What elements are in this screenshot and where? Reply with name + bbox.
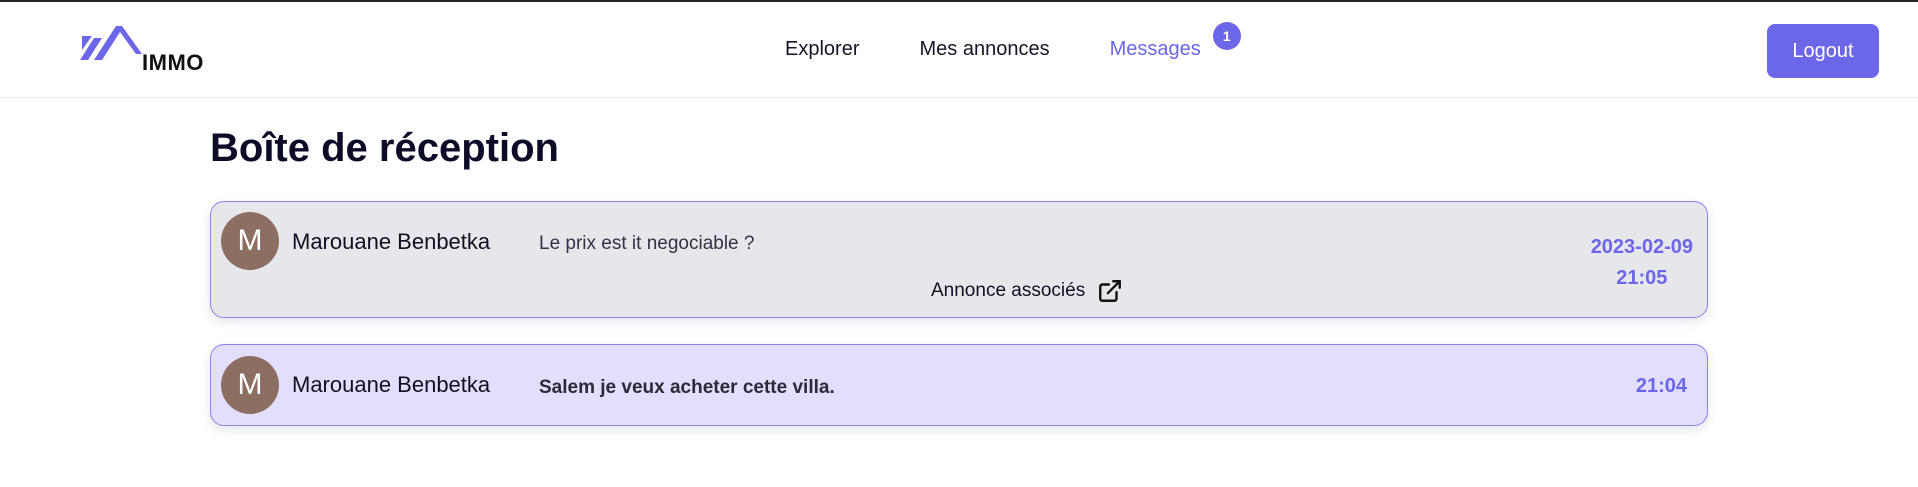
nav-mes-annonces[interactable]: Mes annonces xyxy=(919,38,1049,61)
message-preview: Le prix est it negociable ? xyxy=(539,233,755,254)
immo-logo[interactable]: IMMO xyxy=(80,24,220,75)
nav-messages-label: Messages xyxy=(1109,38,1201,60)
linked-listing-label: Annonce associés xyxy=(931,280,1086,301)
unread-count-badge: 1 xyxy=(1212,22,1241,50)
message-timestamp: 21:04 xyxy=(1636,371,1687,402)
sender-name: Marouane Benbetka xyxy=(292,229,491,254)
message-date: 2023-02-09 xyxy=(1590,236,1693,258)
nav-messages[interactable]: Messages 1 xyxy=(1109,22,1241,61)
page: IMMO Explorer Mes annonces Messages 1 Lo… xyxy=(0,0,1918,487)
avatar: M xyxy=(221,212,279,270)
nav-explorer[interactable]: Explorer xyxy=(785,38,859,61)
conversation-item[interactable]: M Marouane Benbetka Le prix est it negoc… xyxy=(210,201,1708,318)
page-title: Boîte de réception xyxy=(210,126,559,170)
message-time: 21:04 xyxy=(1635,375,1687,397)
external-link-icon xyxy=(1099,280,1122,302)
message-timestamp: 2023-02-09 21:05 xyxy=(1591,232,1693,294)
linked-listing-link[interactable]: Annonce associés xyxy=(931,278,1123,304)
message-preview: Salem je veux acheter cette villa. xyxy=(539,377,835,398)
logout-button[interactable]: Logout xyxy=(1767,24,1879,78)
message-time: 21:05 xyxy=(1616,267,1668,289)
avatar: M xyxy=(221,356,279,414)
sender-name: Marouane Benbetka xyxy=(292,372,491,397)
logo-text: IMMO xyxy=(142,50,204,75)
main-nav: Explorer Mes annonces Messages 1 xyxy=(785,22,1241,61)
conversation-item-unread[interactable]: M Marouane Benbetka Salem je veux achete… xyxy=(210,344,1708,426)
house-roof-logo-icon xyxy=(80,26,142,60)
top-navbar: IMMO Explorer Mes annonces Messages 1 Lo… xyxy=(0,2,1918,98)
